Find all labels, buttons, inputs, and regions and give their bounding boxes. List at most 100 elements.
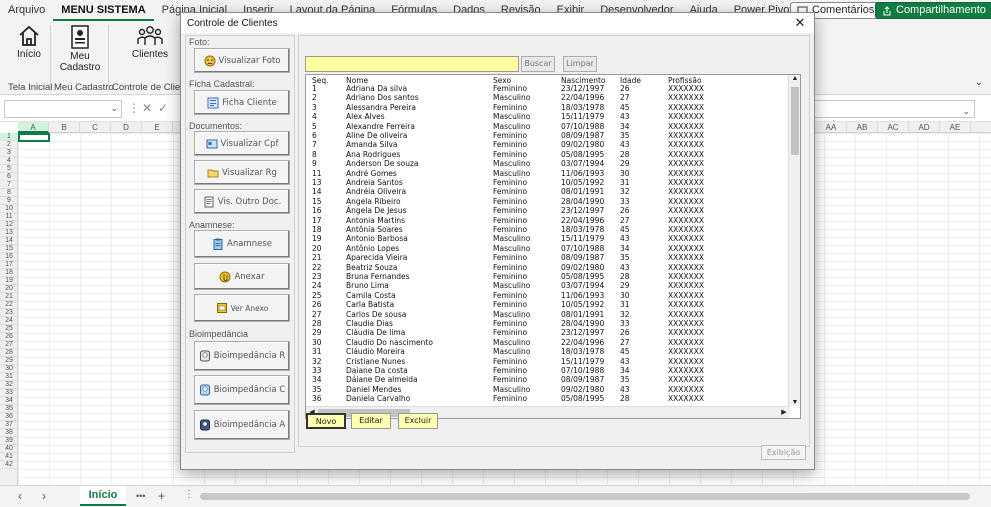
list-item[interactable]: 16 Ângela De Jesus Feminino 23/12/1997 26 XXX… [306, 206, 790, 215]
more-options-icon[interactable]: ⋮ [184, 489, 194, 500]
ficha-cliente-button[interactable]: Ficha Cliente [194, 90, 290, 115]
row-header[interactable]: 8 [0, 189, 18, 197]
list-item[interactable]: 5 Alexandre Ferreira Masculino 07/10/1988 34… [306, 122, 790, 131]
cancel-entry-icon[interactable]: ✕ [142, 101, 152, 115]
column-header[interactable]: C [80, 122, 111, 133]
list-item[interactable]: 23 Bruna Fernandes Feminino 05/08/1995 28 XXX… [306, 272, 790, 281]
row-header[interactable]: 33 [0, 389, 18, 397]
editar-button[interactable]: Editar [351, 413, 391, 429]
visualizar-cpf-button[interactable]: Visualizar Cpf [194, 131, 290, 156]
search-input[interactable] [305, 56, 519, 72]
column-header[interactable]: AC [878, 122, 909, 133]
row-header[interactable]: 17 [0, 261, 18, 269]
row-header[interactable]: 23 [0, 309, 18, 317]
column-header[interactable]: AA [816, 122, 847, 133]
scroll-up-icon[interactable]: ▲ [789, 75, 800, 82]
row-header[interactable]: 27 [0, 341, 18, 349]
row-header[interactable]: 10 [0, 205, 18, 213]
add-sheet-icon[interactable]: + [158, 489, 165, 503]
inicio-button[interactable]: Início [12, 25, 46, 60]
list-item[interactable]: 17 Antonia Martins Feminino 22/04/1996 27 XXX… [306, 216, 790, 225]
row-header[interactable]: 18 [0, 269, 18, 277]
list-item[interactable]: 27 Carlos De sousa Masculino 08/01/1991 32 XX… [306, 310, 790, 319]
scroll-thumb[interactable] [791, 87, 799, 155]
row-header[interactable]: 26 [0, 333, 18, 341]
row-header[interactable]: 34 [0, 397, 18, 405]
list-item[interactable]: 2 Adriano Dos santos Masculino 22/04/1996 27… [306, 93, 790, 102]
ribbon-tab[interactable]: MENU SISTEMA [53, 1, 154, 21]
bioimpedancia-a-button[interactable]: Bioimpedância A [194, 410, 290, 440]
list-item[interactable]: 22 Beatriz Souza Feminino 09/02/1980 43 XXXXX… [306, 263, 790, 272]
list-item[interactable]: 13 Andreia Santos Feminino 10/05/1992 31 XXXX… [306, 178, 790, 187]
chevron-left-icon[interactable]: ‹ [18, 489, 22, 503]
row-header[interactable]: 14 [0, 237, 18, 245]
column-header[interactable]: AD [909, 122, 940, 133]
row-header[interactable]: 41 [0, 453, 18, 461]
column-header[interactable]: AB [847, 122, 878, 133]
list-item[interactable]: 21 Aparecida Vieira Feminino 08/09/1987 35 XX… [306, 253, 790, 262]
row-header[interactable]: 36 [0, 413, 18, 421]
clients-listbox[interactable]: Seq. Nome Sexo Nascimento Idade Profissão 1 Ad… [305, 74, 801, 419]
list-item[interactable]: 31 Cláudio Moreira Masculino 18/03/1978 45 XX… [306, 347, 790, 356]
row-header[interactable]: 40 [0, 445, 18, 453]
column-header[interactable]: D [111, 122, 142, 133]
row-header[interactable]: 21 [0, 293, 18, 301]
novo-button[interactable]: Novo [306, 413, 346, 429]
list-item[interactable]: 30 Claudio Do nascimento Masculino 22/04/19… [306, 338, 790, 347]
row-header[interactable]: 11 [0, 213, 18, 221]
anexar-button[interactable]: Anexar [194, 263, 290, 290]
row-header[interactable]: 24 [0, 317, 18, 325]
row-header[interactable]: 38 [0, 429, 18, 437]
list-vertical-scrollbar[interactable]: ▲ ▼ [788, 75, 800, 406]
limpar-button[interactable]: Limpar [563, 56, 597, 72]
row-header[interactable]: 4 [0, 157, 18, 165]
row-header[interactable]: 20 [0, 285, 18, 293]
column-header[interactable]: A [18, 122, 49, 133]
row-header[interactable]: 22 [0, 301, 18, 309]
list-item[interactable]: 29 Cláudia De lima Feminino 23/12/1997 26 XXX… [306, 328, 790, 337]
ver-anexo-button[interactable]: Ver Anexo [194, 294, 290, 322]
row-header[interactable]: 39 [0, 437, 18, 445]
ribbon-tab[interactable]: Arquivo [0, 0, 53, 21]
anamnese-button[interactable]: Anamnese [194, 230, 290, 258]
column-header[interactable]: AE [940, 122, 971, 133]
list-item[interactable]: 11 André Gomes Masculino 11/06/1993 30 XXXXXX… [306, 169, 790, 178]
chevron-down-icon[interactable]: ⌄ [110, 103, 118, 114]
row-header[interactable]: 6 [0, 173, 18, 181]
column-header[interactable]: E [142, 122, 173, 133]
scroll-right-icon[interactable]: ▶ [778, 408, 790, 416]
exibicao-button[interactable]: Exibição [761, 445, 806, 460]
list-item[interactable]: 24 Bruno Lima Masculino 03/07/1994 29 XXXXXXX [306, 281, 790, 290]
list-item[interactable]: 3 Alessandra Pereira Feminino 18/03/1978 45 X… [306, 103, 790, 112]
list-item[interactable]: 36 Daniela Carvalho Feminino 05/08/1995 28 XX… [306, 394, 790, 403]
scroll-down-icon[interactable]: ▼ [789, 399, 800, 406]
share-button[interactable]: Compartilhamento ⌄ [875, 2, 991, 19]
row-header[interactable]: 12 [0, 221, 18, 229]
row-header[interactable]: 25 [0, 325, 18, 333]
row-header[interactable]: 13 [0, 229, 18, 237]
visualizar-rg-button[interactable]: Visualizar Rg [194, 160, 290, 185]
row-header[interactable]: 37 [0, 421, 18, 429]
list-item[interactable]: 35 Daniel Mendes Masculino 09/02/1980 43 XXXX… [306, 385, 790, 394]
vis-outro-doc-button[interactable]: Vis. Outro Doc. [194, 189, 290, 214]
list-item[interactable]: 1 Adriana Da silva Feminino 23/12/1997 26 XXX… [306, 84, 790, 93]
meu-cadastro-button[interactable]: Meu Cadastro [58, 25, 102, 73]
more-sheets-icon[interactable]: ••• [136, 491, 145, 501]
list-item[interactable]: 33 Daiane Da costa Feminino 07/10/1988 34 XXX… [306, 366, 790, 375]
list-item[interactable]: 4 Alex Alves Masculino 15/11/1979 43 XXXXXXX [306, 112, 790, 121]
row-header[interactable]: 16 [0, 253, 18, 261]
row-header[interactable]: 42 [0, 461, 18, 469]
row-header[interactable]: 7 [0, 181, 18, 189]
buscar-button[interactable]: Buscar [521, 56, 555, 72]
row-header[interactable]: 28 [0, 349, 18, 357]
row-header[interactable]: 5 [0, 165, 18, 173]
row-header[interactable]: 30 [0, 365, 18, 373]
bioimpedancia-c-button[interactable]: Bioimpedância C [194, 375, 290, 405]
list-item[interactable]: 19 Antonio Barbosa Masculino 15/11/1979 43 XX… [306, 234, 790, 243]
row-header[interactable]: 32 [0, 381, 18, 389]
row-header[interactable]: 3 [0, 149, 18, 157]
list-item[interactable]: 32 Cristiane Nunes Feminino 15/11/1979 43 XXX… [306, 357, 790, 366]
ribbon-collapse-icon[interactable]: ⌄ [975, 77, 983, 88]
list-item[interactable]: 18 Antônia Soares Feminino 18/03/1978 45 XXXX… [306, 225, 790, 234]
row-header[interactable]: 31 [0, 373, 18, 381]
